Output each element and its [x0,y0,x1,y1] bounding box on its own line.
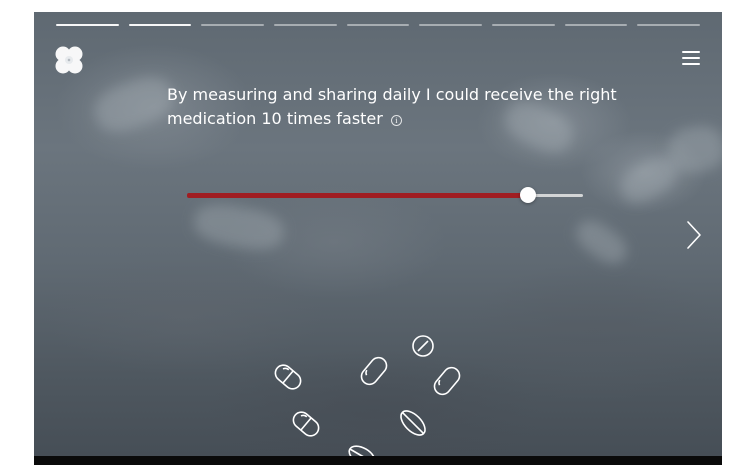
progress-segment [637,24,701,26]
chevron-right-icon[interactable] [686,220,702,250]
progress-segment [564,24,628,26]
progress-segment [56,24,119,26]
story-slide: By measuring and sharing daily I could r… [34,12,722,465]
progress-segment [346,24,410,26]
pill-icon [292,411,320,437]
pill-icon [412,335,434,357]
slider-fill [187,193,528,198]
progress-segment [201,24,265,26]
progress-segment [128,24,192,26]
hamburger-menu-icon[interactable] [682,51,700,67]
pill-icon [274,364,302,390]
agreement-slider[interactable] [187,187,583,203]
statement-line-1: By measuring and sharing daily I could r… [167,85,617,104]
progress-segment [492,24,555,26]
statement-text: By measuring and sharing daily I could r… [167,83,637,131]
info-icon[interactable]: i [390,115,402,126]
pill-icon [360,356,388,386]
bottom-bar [34,456,722,465]
progress-segment [274,24,337,26]
logo-icon[interactable] [54,45,84,75]
progress-segment [419,24,483,26]
statement-line-2: medication 10 times faster [167,109,383,128]
slider-thumb[interactable] [519,187,536,203]
pill-icon [400,410,426,436]
background-blur-shape [191,199,287,255]
background-blur-shape [88,69,180,140]
pill-icon [433,366,461,396]
story-progress-bar [56,24,701,27]
background-blur-shape [570,213,633,271]
